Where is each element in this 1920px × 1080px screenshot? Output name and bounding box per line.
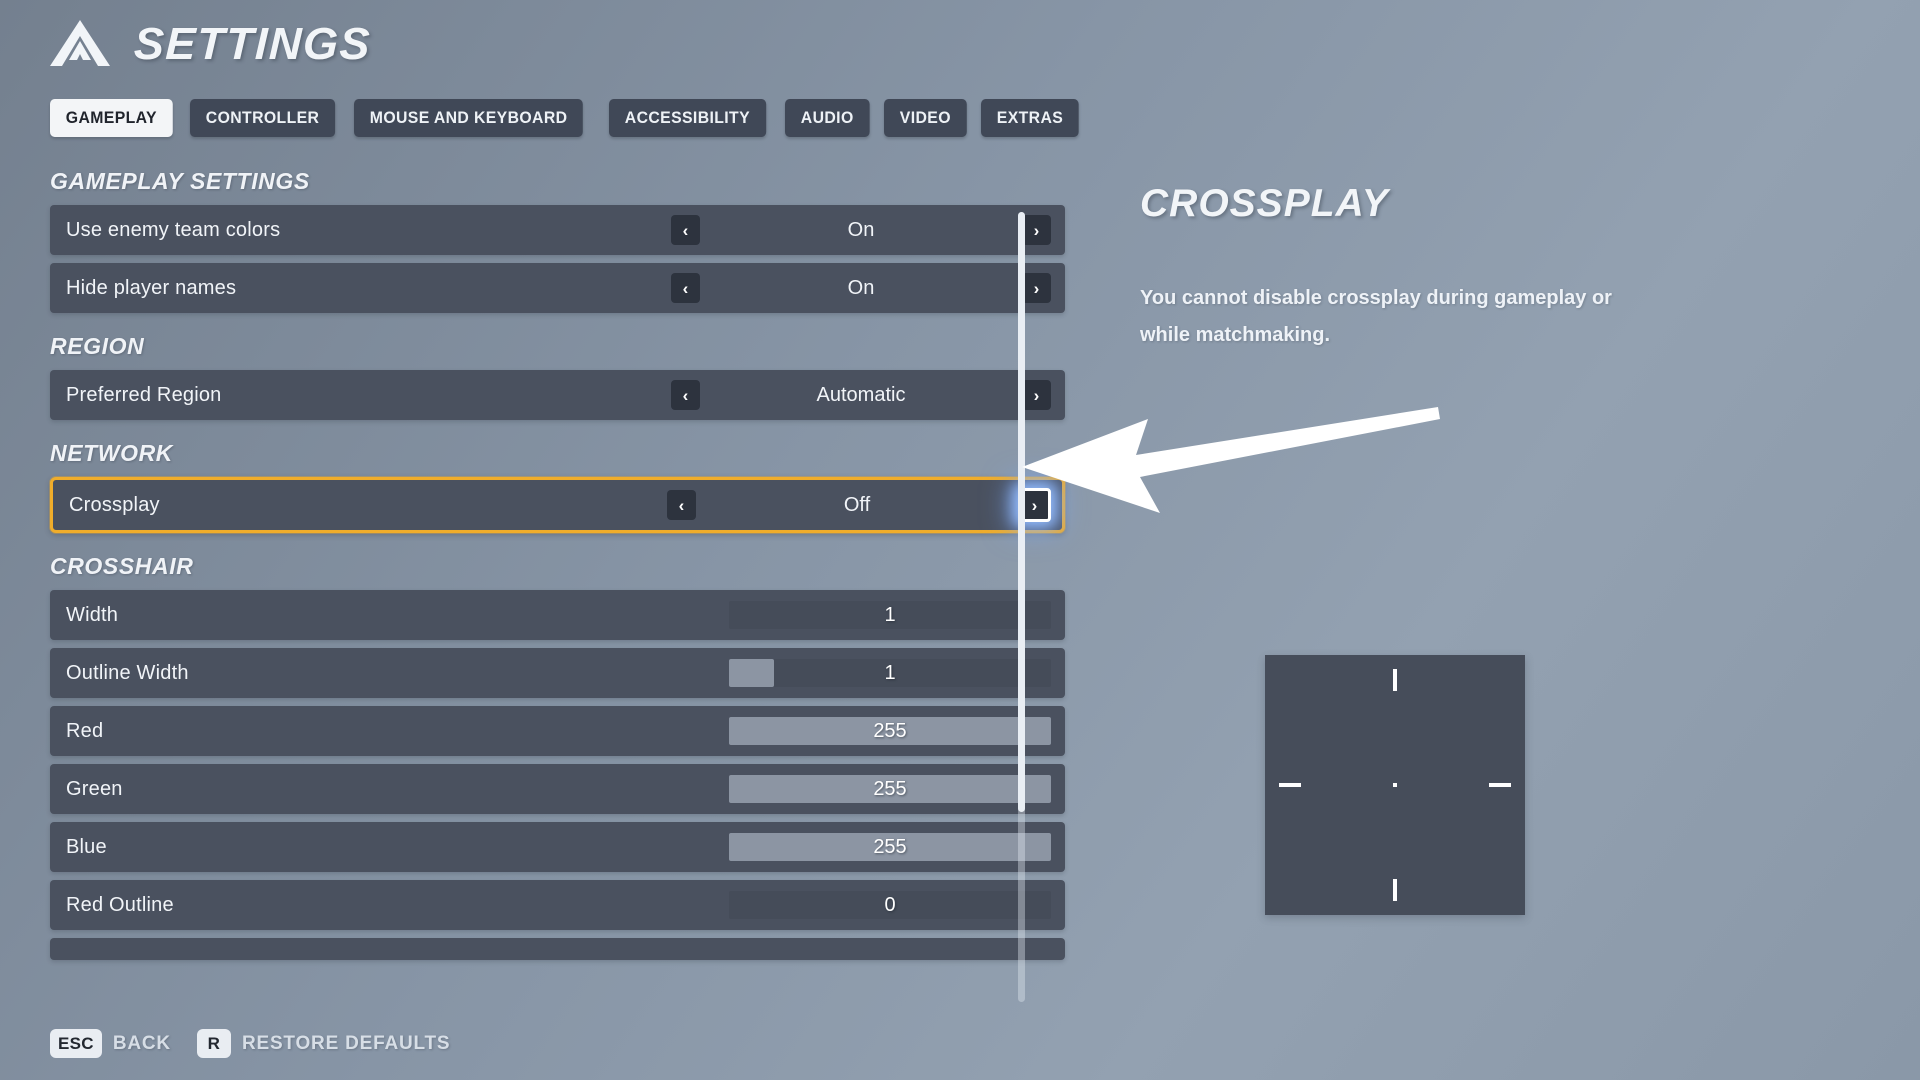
setting-row-width[interactable]: Width 1 <box>50 590 1065 640</box>
hint-label-back: BACK <box>112 1032 171 1054</box>
hint-restore-defaults[interactable]: R RESTORE DEFAULTS <box>196 1029 451 1058</box>
crosshair-right-tick <box>1489 783 1511 787</box>
setting-label: Outline Width <box>66 661 189 684</box>
triangle-mountain-logo-icon <box>50 20 110 66</box>
slider-red-outline[interactable]: 0 <box>729 891 1051 919</box>
settings-tab-bar: GAMEPLAY CONTROLLER MOUSE AND KEYBOARD A… <box>50 99 1086 137</box>
stepper-control: ‹ On › <box>671 263 1065 313</box>
chevron-left-icon[interactable]: ‹ <box>667 490 696 520</box>
setting-label: Preferred Region <box>66 383 222 406</box>
setting-label: Green <box>66 777 123 800</box>
slider-value: 255 <box>873 777 907 800</box>
settings-header: SETTINGS <box>50 18 372 70</box>
slider-outline-width[interactable]: 1 <box>729 659 1051 687</box>
crosshair-center-dot <box>1393 783 1397 787</box>
section-heading-region: REGION <box>50 333 145 359</box>
slider-value: 255 <box>873 719 907 742</box>
section-heading-gameplay-settings: GAMEPLAY SETTINGS <box>50 168 310 194</box>
slider-fill <box>729 659 775 687</box>
detail-panel: CROSSPLAY You cannot disable crossplay d… <box>1140 182 1760 354</box>
setting-row-outline-width[interactable]: Outline Width 1 <box>50 648 1065 698</box>
setting-row-preferred-region[interactable]: Preferred Region ‹ Automatic › <box>50 370 1065 420</box>
slider-green[interactable]: 255 <box>729 775 1051 803</box>
key-r: R <box>196 1029 231 1058</box>
setting-label: Red Outline <box>66 893 174 916</box>
chevron-right-icon[interactable]: › <box>1022 380 1051 410</box>
tab-video[interactable]: VIDEO <box>883 99 967 137</box>
crosshair-top-tick <box>1393 669 1397 691</box>
stepper-control: ‹ Off › <box>667 477 1065 533</box>
setting-row-green[interactable]: Green 255 <box>50 764 1065 814</box>
stepper-control: ‹ On › <box>671 205 1065 255</box>
setting-value: Off <box>843 493 871 516</box>
chevron-left-icon[interactable]: ‹ <box>671 215 700 245</box>
setting-row-partial-next[interactable] <box>50 938 1065 960</box>
slider-red[interactable]: 255 <box>729 717 1051 745</box>
page-title: SETTINGS <box>133 18 372 69</box>
settings-scrollbar-track[interactable] <box>1018 212 1025 1002</box>
chevron-left-icon[interactable]: ‹ <box>671 273 700 303</box>
tab-audio[interactable]: AUDIO <box>785 99 870 137</box>
settings-scrollbar-thumb[interactable] <box>1018 212 1025 812</box>
setting-row-hide-player-names[interactable]: Hide player names ‹ On › <box>50 263 1065 313</box>
slider-width[interactable]: 1 <box>729 601 1051 629</box>
setting-label: Crossplay <box>69 493 160 516</box>
setting-value: On <box>847 218 875 241</box>
detail-title: CROSSPLAY <box>1140 182 1389 225</box>
hint-back[interactable]: ESC BACK <box>50 1029 171 1058</box>
key-esc: ESC <box>50 1029 102 1058</box>
hint-label-restore-defaults: RESTORE DEFAULTS <box>241 1032 451 1054</box>
setting-label: Blue <box>66 835 107 858</box>
slider-value: 255 <box>873 835 907 858</box>
crosshair-bottom-tick <box>1393 879 1397 901</box>
chevron-left-icon[interactable]: ‹ <box>671 380 700 410</box>
setting-row-blue[interactable]: Blue 255 <box>50 822 1065 872</box>
setting-label: Hide player names <box>66 276 237 299</box>
mouse-pointer-arrow <box>1022 407 1440 513</box>
stepper-control: ‹ Automatic › <box>671 370 1065 420</box>
setting-label: Red <box>66 719 104 742</box>
setting-row-use-enemy-team-colors[interactable]: Use enemy team colors ‹ On › <box>50 205 1065 255</box>
crosshair-left-tick <box>1279 783 1301 787</box>
crosshair-preview <box>1265 655 1525 915</box>
slider-value: 1 <box>884 661 896 684</box>
section-heading-crosshair: CROSSHAIR <box>50 553 194 579</box>
setting-row-crossplay[interactable]: Crossplay ‹ Off › <box>50 477 1065 533</box>
slider-value: 1 <box>884 603 896 626</box>
setting-row-red-outline[interactable]: Red Outline 0 <box>50 880 1065 930</box>
footer-hints: ESC BACK R RESTORE DEFAULTS <box>50 1029 450 1058</box>
settings-list: GAMEPLAY SETTINGS Use enemy team colors … <box>50 168 1065 998</box>
tab-extras[interactable]: EXTRAS <box>980 99 1079 137</box>
chevron-right-icon[interactable]: › <box>1022 273 1051 303</box>
setting-label: Width <box>66 603 119 626</box>
setting-value: On <box>847 276 875 299</box>
tab-mouse-and-keyboard[interactable]: MOUSE AND KEYBOARD <box>354 99 584 137</box>
chevron-right-icon[interactable]: › <box>1022 215 1051 245</box>
slider-value: 0 <box>884 893 896 916</box>
setting-label: Use enemy team colors <box>66 218 281 241</box>
slider-blue[interactable]: 255 <box>729 833 1051 861</box>
setting-row-red[interactable]: Red 255 <box>50 706 1065 756</box>
tab-accessibility[interactable]: ACCESSIBILITY <box>608 99 766 137</box>
section-heading-network: NETWORK <box>50 440 174 466</box>
tab-controller[interactable]: CONTROLLER <box>189 99 336 137</box>
tab-gameplay[interactable]: GAMEPLAY <box>50 99 173 137</box>
setting-value: Automatic <box>816 383 906 406</box>
detail-description: You cannot disable crossplay during game… <box>1140 287 1612 346</box>
